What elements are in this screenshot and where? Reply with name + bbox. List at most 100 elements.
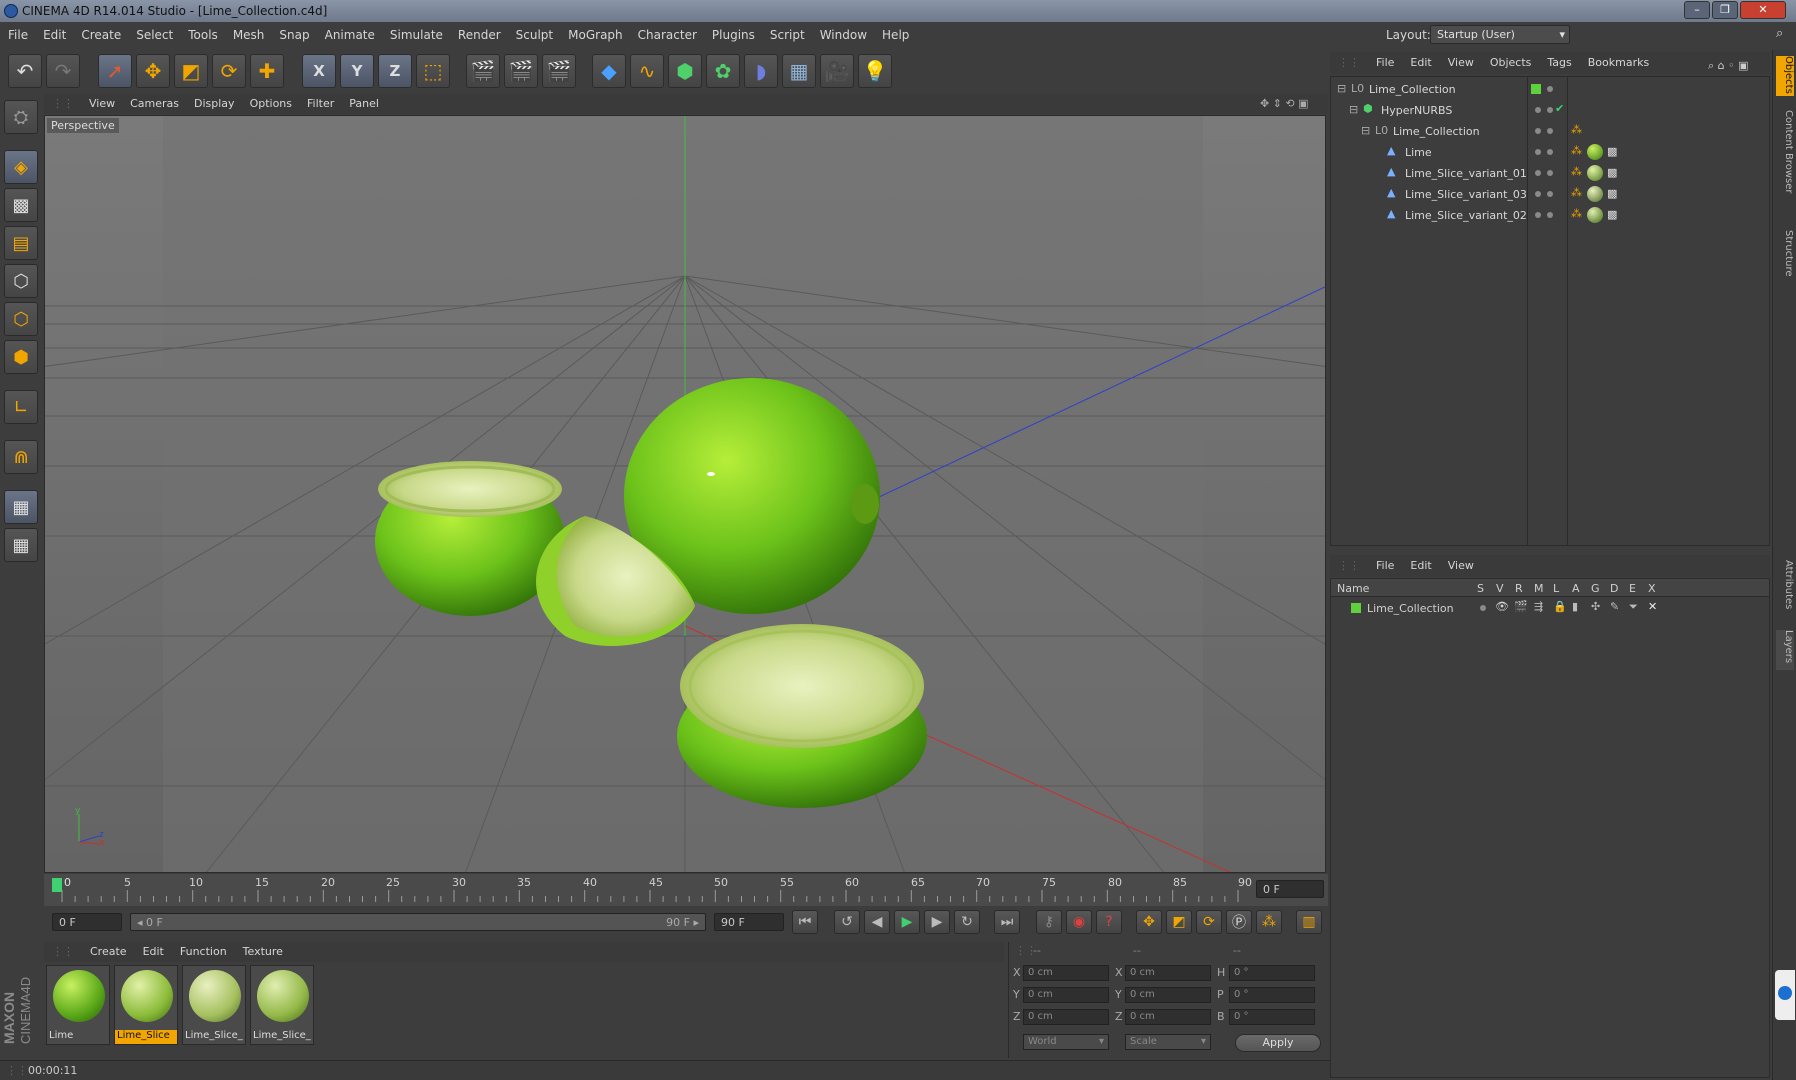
workplane-lock-button[interactable]: ▦ bbox=[4, 490, 38, 524]
move-button[interactable]: ✥ bbox=[136, 54, 170, 88]
visibility-dot[interactable] bbox=[1535, 149, 1541, 155]
expression-icon[interactable]: ⏷ bbox=[1629, 600, 1638, 614]
position-x-field[interactable]: 0 cm bbox=[1023, 965, 1109, 981]
object-row-lime-collection[interactable]: ⊟ L0 Lime_Collection bbox=[1331, 79, 1769, 100]
render-to-picture-viewer-button[interactable]: 🎬 bbox=[504, 54, 538, 88]
viewport-menu-display[interactable]: Display bbox=[186, 94, 242, 110]
phong-tag-icon[interactable]: ⁂ bbox=[1571, 186, 1582, 199]
live-selection-button[interactable]: ➚ bbox=[98, 54, 132, 88]
object-search-icon[interactable]: ⌕ ⌂ ◦ ▣ bbox=[1700, 55, 1757, 73]
rotate-button[interactable]: ⟳ bbox=[212, 54, 246, 88]
object-row-lime-slice-variant-02[interactable]: ▲ Lime_Slice_variant_02 ⁂ ▩ bbox=[1331, 205, 1769, 226]
menu-file[interactable]: File bbox=[0, 24, 35, 42]
x-axis-button[interactable]: X bbox=[302, 54, 336, 88]
record-pla-button[interactable]: ⁂ bbox=[1256, 910, 1282, 934]
rotation-p-field[interactable]: 0 ° bbox=[1229, 987, 1315, 1003]
snap-button[interactable]: ⋒ bbox=[4, 440, 38, 474]
viewport-menu-options[interactable]: Options bbox=[242, 94, 299, 110]
record-parameter-button[interactable]: Ⓟ bbox=[1226, 910, 1252, 934]
workplane-mode-button[interactable]: ▤ bbox=[4, 226, 38, 260]
material-lime[interactable]: Lime bbox=[46, 965, 110, 1045]
layer-col-a[interactable]: A bbox=[1572, 582, 1580, 595]
viewport-menu-cameras[interactable]: Cameras bbox=[122, 94, 186, 110]
layer-color-swatch[interactable] bbox=[1351, 603, 1361, 613]
layer-row[interactable]: Lime_Collection 👁 🎬 ⇶ 🔒 ▮ ✣ ✎ ⏷ ✕ bbox=[1331, 599, 1769, 617]
render-dot[interactable] bbox=[1547, 170, 1553, 176]
teamviewer-tab[interactable] bbox=[1775, 970, 1795, 1020]
position-z-field[interactable]: 0 cm bbox=[1023, 1009, 1109, 1025]
points-mode-button[interactable]: ⬡ bbox=[4, 264, 38, 298]
layer-col-l[interactable]: L bbox=[1553, 582, 1559, 595]
menu-character[interactable]: Character bbox=[630, 24, 704, 42]
prev-frame-button[interactable]: ◀ bbox=[864, 910, 890, 934]
record-rotation-button[interactable]: ⟳ bbox=[1196, 910, 1222, 934]
object-row-lime-slice-variant-01[interactable]: ▲ Lime_Slice_variant_01 ⁂ ▩ bbox=[1331, 163, 1769, 184]
object-row-lime-slice-variant-03[interactable]: ▲ Lime_Slice_variant_03 ⁂ ▩ bbox=[1331, 184, 1769, 205]
material-lime-slice[interactable]: Lime_Slice bbox=[114, 965, 178, 1045]
viewport-menu-filter[interactable]: Filter bbox=[299, 94, 341, 110]
undo-button[interactable]: ↶ bbox=[8, 54, 42, 88]
minimize-button[interactable]: – bbox=[1684, 1, 1710, 19]
eye-icon[interactable]: 👁 bbox=[1495, 600, 1509, 613]
material-lime-slice-3[interactable]: Lime_Slice_ bbox=[250, 965, 314, 1045]
size-mode-select[interactable]: Scale ▾ bbox=[1125, 1034, 1211, 1050]
menu-create[interactable]: Create bbox=[73, 24, 128, 42]
play-button[interactable]: ▶ bbox=[894, 910, 920, 934]
object-menu-edit[interactable]: Edit bbox=[1402, 52, 1439, 69]
phong-tag-icon[interactable]: ⁂ bbox=[1571, 144, 1582, 157]
menu-plugins[interactable]: Plugins bbox=[704, 24, 762, 42]
visibility-dot[interactable] bbox=[1535, 170, 1541, 176]
visibility-dot[interactable] bbox=[1535, 107, 1541, 113]
uvw-tag-icon[interactable]: ▩ bbox=[1607, 208, 1617, 221]
next-key-button[interactable]: ↻ bbox=[954, 910, 980, 934]
apply-button[interactable]: Apply bbox=[1235, 1034, 1321, 1052]
object-menu-bookmarks[interactable]: Bookmarks bbox=[1580, 52, 1657, 69]
rotation-b-field[interactable]: 0 ° bbox=[1229, 1009, 1315, 1025]
visibility-dot[interactable] bbox=[1547, 86, 1553, 92]
tab-attributes[interactable]: Attributes bbox=[1776, 560, 1794, 620]
current-frame-field[interactable]: 0 F bbox=[1256, 880, 1324, 898]
cube-button[interactable]: ◆ bbox=[592, 54, 626, 88]
layout-select[interactable]: Startup (User) ▾ bbox=[1430, 25, 1570, 44]
material-tag-icon[interactable] bbox=[1587, 165, 1603, 181]
layer-col-v[interactable]: V bbox=[1496, 582, 1504, 595]
edges-mode-button[interactable]: ⬡ bbox=[4, 302, 38, 336]
coordinate-mode-select[interactable]: World ▾ bbox=[1023, 1034, 1109, 1050]
object-menu-file[interactable]: File bbox=[1368, 52, 1402, 69]
viewport-nav-icons[interactable]: ✥ ⇕ ⟲ ▣ bbox=[1252, 94, 1316, 110]
axis-mode-button[interactable]: ∟ bbox=[4, 390, 38, 424]
visibility-dot[interactable] bbox=[1535, 212, 1541, 218]
object-row-hypernurbs[interactable]: ⊟ ⬢ HyperNURBS ✔ bbox=[1331, 100, 1769, 121]
close-button[interactable]: ✕ bbox=[1740, 1, 1786, 19]
scale-button[interactable]: ◩ bbox=[174, 54, 208, 88]
phong-tag-icon[interactable]: ⁂ bbox=[1571, 207, 1582, 220]
nurbs-button[interactable]: ⬢ bbox=[668, 54, 702, 88]
tab-layers[interactable]: Layers bbox=[1776, 630, 1794, 670]
recent-tool-button[interactable]: ✚ bbox=[250, 54, 284, 88]
autokey-button[interactable]: ◉ bbox=[1066, 910, 1092, 934]
xref-icon[interactable]: ✕ bbox=[1648, 600, 1657, 613]
size-y-field[interactable]: 0 cm bbox=[1125, 987, 1211, 1003]
object-row-lime[interactable]: ▲ Lime ⁂ ▩ bbox=[1331, 142, 1769, 163]
menu-simulate[interactable]: Simulate bbox=[382, 24, 450, 42]
y-axis-button[interactable]: Y bbox=[340, 54, 374, 88]
menu-animate[interactable]: Animate bbox=[317, 24, 382, 42]
visibility-dot[interactable] bbox=[1535, 191, 1541, 197]
phong-tag-icon[interactable]: ⁂ bbox=[1571, 165, 1582, 178]
object-menu-view[interactable]: View bbox=[1440, 52, 1482, 69]
render-icon[interactable]: 🎬 bbox=[1514, 600, 1528, 613]
manager-icon[interactable]: ⇶ bbox=[1534, 600, 1543, 613]
render-view-button[interactable]: 🎬 bbox=[466, 54, 500, 88]
array-button[interactable]: ✿ bbox=[706, 54, 740, 88]
object-menu-objects[interactable]: Objects bbox=[1482, 52, 1540, 69]
end-frame-field[interactable]: 90 F bbox=[714, 913, 784, 931]
prev-key-button[interactable]: ↺ bbox=[834, 910, 860, 934]
render-settings-button[interactable]: 🎬 bbox=[542, 54, 576, 88]
render-dot[interactable] bbox=[1547, 149, 1553, 155]
record-active-button[interactable]: ⚷ bbox=[1036, 910, 1062, 934]
model-mode-button[interactable]: ◈ bbox=[4, 150, 38, 184]
preview-range-slider[interactable]: ◂ 0 F 90 F ▸ bbox=[130, 913, 706, 931]
camera-button[interactable]: 🎥 bbox=[820, 54, 854, 88]
render-dot[interactable] bbox=[1547, 191, 1553, 197]
solo-button[interactable]: ▦ bbox=[4, 528, 38, 562]
